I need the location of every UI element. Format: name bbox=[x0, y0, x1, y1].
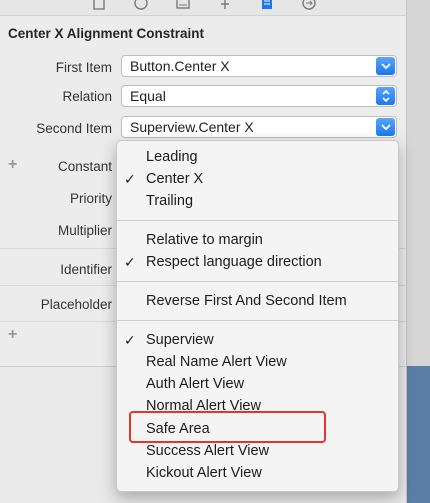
first-item-label: First Item bbox=[55, 60, 112, 75]
constant-label: Constant bbox=[57, 159, 112, 174]
size-inspector-icon[interactable] bbox=[258, 0, 276, 12]
add-variation-button[interactable]: + bbox=[8, 326, 17, 344]
menu-separator bbox=[117, 220, 398, 221]
canvas-preview-edge bbox=[407, 366, 430, 503]
menu-item-real-name-alert-view[interactable]: Real Name Alert View bbox=[146, 354, 287, 370]
second-item-value: Superview.Center X bbox=[130, 119, 254, 135]
priority-label: Priority bbox=[69, 191, 112, 206]
menu-item-auth-alert-view[interactable]: Auth Alert View bbox=[146, 376, 244, 392]
help-icon[interactable] bbox=[132, 0, 150, 12]
menu-item-trailing[interactable]: Trailing bbox=[146, 193, 193, 209]
menu-item-leading[interactable]: Leading bbox=[146, 149, 198, 165]
menu-item-kickout-alert-view[interactable]: Kickout Alert View bbox=[146, 465, 262, 481]
identity-icon[interactable] bbox=[174, 0, 192, 12]
menu-item-center-x[interactable]: Center X bbox=[146, 171, 203, 187]
relation-popup[interactable]: Equal bbox=[121, 85, 397, 107]
checkmark-icon: ✓ bbox=[124, 254, 136, 270]
identifier-label: Identifier bbox=[60, 262, 112, 277]
menu-item-superview[interactable]: Superview bbox=[146, 332, 214, 348]
safe-area-highlight-box bbox=[129, 411, 326, 443]
checkmark-icon: ✓ bbox=[124, 332, 136, 348]
menu-separator bbox=[117, 320, 398, 321]
first-item-popup[interactable]: Button.Center X bbox=[121, 55, 397, 77]
connections-icon[interactable] bbox=[300, 0, 318, 12]
inspector-toolbar bbox=[0, 0, 406, 16]
relation-label: Relation bbox=[62, 89, 112, 104]
section-title: Center X Alignment Constraint bbox=[8, 26, 205, 41]
file-icon[interactable] bbox=[90, 0, 108, 12]
chevron-down-icon bbox=[376, 57, 395, 75]
menu-item-relative-to-margin[interactable]: Relative to margin bbox=[146, 232, 263, 248]
placeholder-label: Placeholder bbox=[40, 297, 112, 312]
checkmark-icon: ✓ bbox=[124, 171, 136, 187]
menu-item-reverse-items[interactable]: Reverse First And Second Item bbox=[146, 293, 347, 309]
menu-separator bbox=[117, 281, 398, 282]
relation-value: Equal bbox=[130, 88, 166, 104]
multiplier-label: Multiplier bbox=[57, 223, 112, 238]
attributes-icon[interactable] bbox=[216, 0, 234, 12]
chevron-down-icon bbox=[376, 118, 395, 136]
chevron-updown-icon bbox=[376, 87, 395, 105]
first-item-value: Button.Center X bbox=[130, 58, 230, 74]
menu-item-respect-language-direction[interactable]: Respect language direction bbox=[146, 254, 322, 270]
menu-item-success-alert-view[interactable]: Success Alert View bbox=[146, 443, 269, 459]
second-item-popup[interactable]: Superview.Center X bbox=[121, 116, 397, 138]
second-item-label: Second Item bbox=[36, 121, 112, 136]
